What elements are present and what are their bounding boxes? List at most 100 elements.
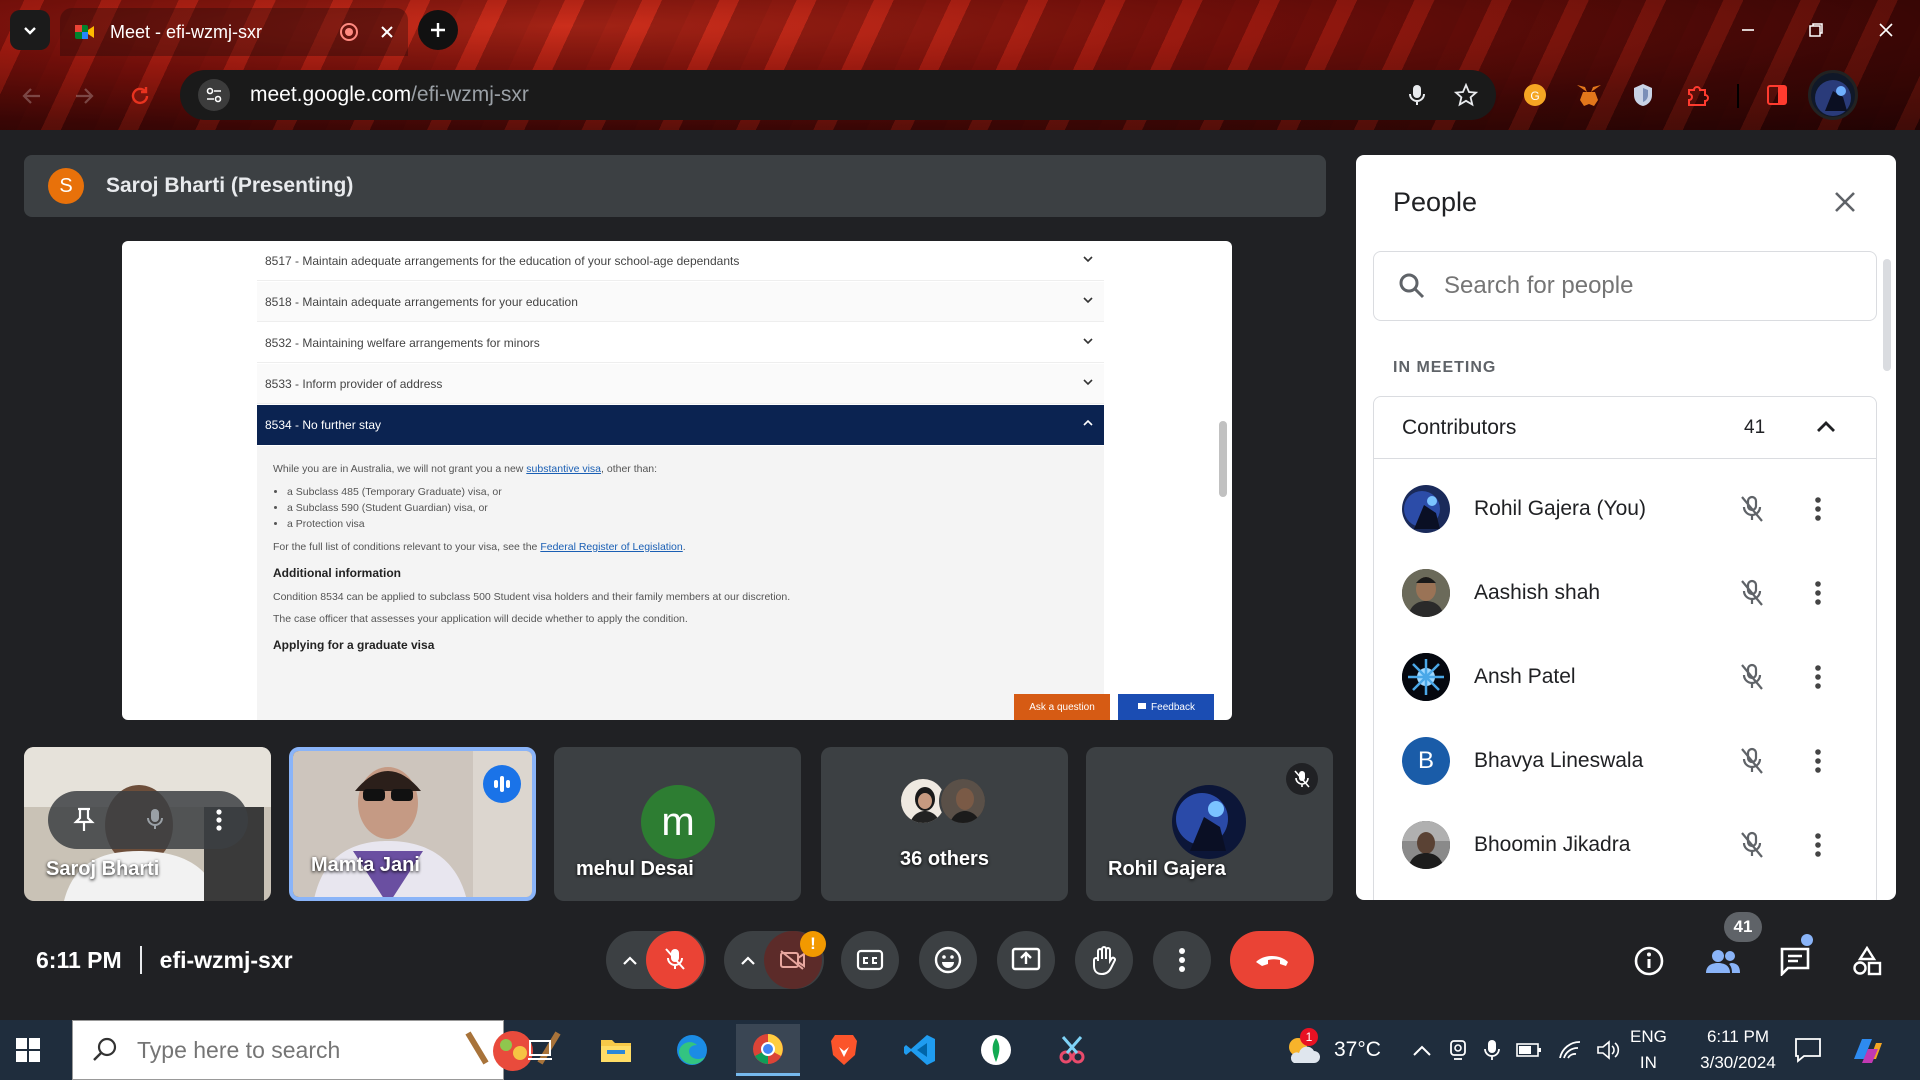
- mute-participant-icon[interactable]: [144, 807, 166, 833]
- additional-heading: Additional information: [273, 566, 401, 580]
- profile-avatar[interactable]: [1808, 70, 1858, 120]
- extensions-puzzle-icon[interactable]: [1680, 78, 1714, 112]
- weather-widget[interactable]: 1 37°C: [1284, 1020, 1381, 1080]
- new-tab-button[interactable]: [418, 10, 458, 50]
- panel-scrollbar[interactable]: [1883, 259, 1891, 371]
- close-window-button[interactable]: [1858, 8, 1914, 52]
- mic-off-icon[interactable]: [1739, 746, 1765, 776]
- extension-honey-icon[interactable]: G: [1518, 78, 1552, 112]
- people-count-badge: 41: [1724, 912, 1762, 942]
- address-bar[interactable]: meet.google.com/efi-wzmj-sxr: [180, 70, 1496, 120]
- snipping-tool-icon[interactable]: [1040, 1024, 1104, 1076]
- restore-icon: [1809, 23, 1823, 37]
- file-explorer-icon[interactable]: [584, 1024, 648, 1076]
- microphone-icon[interactable]: [1406, 83, 1428, 107]
- site-info-icon[interactable]: [198, 79, 230, 111]
- mic-off-icon[interactable]: [1739, 830, 1765, 860]
- more-options-icon: [1179, 948, 1185, 972]
- edge-browser-icon[interactable]: [660, 1024, 724, 1076]
- mic-off-icon: [665, 948, 685, 970]
- captions-button[interactable]: [841, 931, 899, 989]
- participant-row[interactable]: B Bhavya Lineswala: [1374, 719, 1878, 803]
- notification-center-icon[interactable]: [1794, 1020, 1822, 1080]
- taskbar-search[interactable]: [72, 1020, 561, 1080]
- mic-off-icon[interactable]: [1739, 578, 1765, 608]
- mic-toggle-button[interactable]: [646, 931, 704, 989]
- task-view-icon[interactable]: [508, 1024, 572, 1076]
- contributors-header[interactable]: Contributors 41: [1374, 397, 1876, 459]
- participant-row[interactable]: Ansh Patel: [1374, 635, 1878, 719]
- reactions-button[interactable]: [919, 931, 977, 989]
- minimize-icon: [1742, 29, 1754, 31]
- people-button[interactable]: [1698, 936, 1748, 986]
- extension-metamask-icon[interactable]: [1572, 78, 1606, 112]
- participant-row[interactable]: Bhoomin Jikadra: [1374, 803, 1878, 887]
- present-screen-button[interactable]: [997, 931, 1055, 989]
- more-options-icon[interactable]: [1814, 748, 1822, 774]
- participant-tile-mamta[interactable]: Mamta Jani: [289, 747, 536, 901]
- more-options-icon[interactable]: [1814, 832, 1822, 858]
- taskbar-search-input[interactable]: [137, 1036, 437, 1064]
- battery-icon[interactable]: [1516, 1042, 1542, 1058]
- chat-icon: [1780, 947, 1810, 976]
- wifi-icon[interactable]: [1558, 1040, 1582, 1060]
- more-options-icon[interactable]: [215, 807, 223, 833]
- bookmark-star-icon[interactable]: [1454, 83, 1478, 107]
- meet-camera-tray-icon[interactable]: [1448, 1039, 1468, 1061]
- participant-tile-rohil[interactable]: Rohil Gajera: [1086, 747, 1333, 901]
- chat-button[interactable]: [1770, 936, 1820, 986]
- more-options-button[interactable]: [1153, 931, 1211, 989]
- restore-window-button[interactable]: [1788, 8, 1844, 52]
- leave-call-button[interactable]: [1230, 931, 1314, 989]
- tile-name: Mamta Jani: [311, 854, 420, 876]
- search-people-input[interactable]: [1444, 272, 1824, 300]
- emoji-icon: [934, 946, 962, 974]
- show-hidden-icons-chevron-icon[interactable]: [1412, 1043, 1432, 1057]
- microphone-in-use-icon[interactable]: [1484, 1038, 1500, 1062]
- browser-tab-meet[interactable]: Meet - efi-wzmj-sxr: [60, 8, 408, 56]
- extension-shield-icon[interactable]: [1626, 78, 1660, 112]
- side-panel-icon[interactable]: [1760, 78, 1794, 112]
- more-options-icon[interactable]: [1814, 580, 1822, 606]
- tab-search-button[interactable]: [10, 10, 50, 50]
- reload-icon[interactable]: [128, 84, 152, 108]
- participant-tile-others[interactable]: 36 others: [821, 747, 1068, 901]
- back-arrow-icon[interactable]: [20, 84, 44, 108]
- forward-arrow-icon[interactable]: [72, 84, 96, 108]
- vscode-icon[interactable]: [888, 1024, 952, 1076]
- participant-row[interactable]: Rohil Gajera (You): [1374, 467, 1878, 551]
- chrome-browser-icon[interactable]: [736, 1024, 800, 1076]
- accordion-row: 8518 - Maintain adequate arrangements fo…: [257, 282, 1104, 322]
- mic-off-icon[interactable]: [1739, 662, 1765, 692]
- people-search[interactable]: [1373, 251, 1877, 321]
- chevron-up-icon[interactable]: [1814, 415, 1838, 439]
- participant-row[interactable]: Aashish shah: [1374, 551, 1878, 635]
- more-options-icon[interactable]: [1814, 496, 1822, 522]
- close-panel-icon[interactable]: [1834, 191, 1856, 213]
- raise-hand-button[interactable]: [1075, 931, 1133, 989]
- google-meet-icon: [75, 25, 94, 39]
- video-settings-chevron-icon[interactable]: [740, 954, 756, 966]
- accordion-row: 8533 - Inform provider of address: [257, 364, 1104, 404]
- meeting-details-button[interactable]: [1624, 936, 1674, 986]
- start-button[interactable]: [14, 1036, 50, 1064]
- audio-settings-chevron-icon[interactable]: [622, 954, 638, 966]
- brave-browser-icon[interactable]: [812, 1024, 876, 1076]
- copilot-icon[interactable]: [1850, 1020, 1884, 1080]
- tile-hover-controls: [48, 791, 248, 849]
- minimize-window-button[interactable]: [1720, 8, 1776, 52]
- pin-icon[interactable]: [73, 807, 95, 833]
- search-icon: [1399, 273, 1425, 299]
- taskbar-clock[interactable]: 6:11 PM 3/30/2024: [1688, 1020, 1788, 1080]
- mongodb-compass-icon[interactable]: [964, 1024, 1028, 1076]
- more-options-icon[interactable]: [1814, 664, 1822, 690]
- volume-icon[interactable]: [1596, 1039, 1620, 1061]
- activities-button[interactable]: [1842, 936, 1892, 986]
- participant-tile-saroj[interactable]: Saroj Bharti: [24, 747, 271, 901]
- group-label: Contributors: [1402, 415, 1517, 439]
- mic-off-icon[interactable]: [1739, 494, 1765, 524]
- participant-tile-mehul[interactable]: m mehul Desai: [554, 747, 801, 901]
- tab-close-icon[interactable]: [380, 25, 394, 39]
- shared-screen: 8517 - Maintain adequate arrangements fo…: [122, 241, 1232, 720]
- input-language[interactable]: ENG IN: [1630, 1020, 1667, 1080]
